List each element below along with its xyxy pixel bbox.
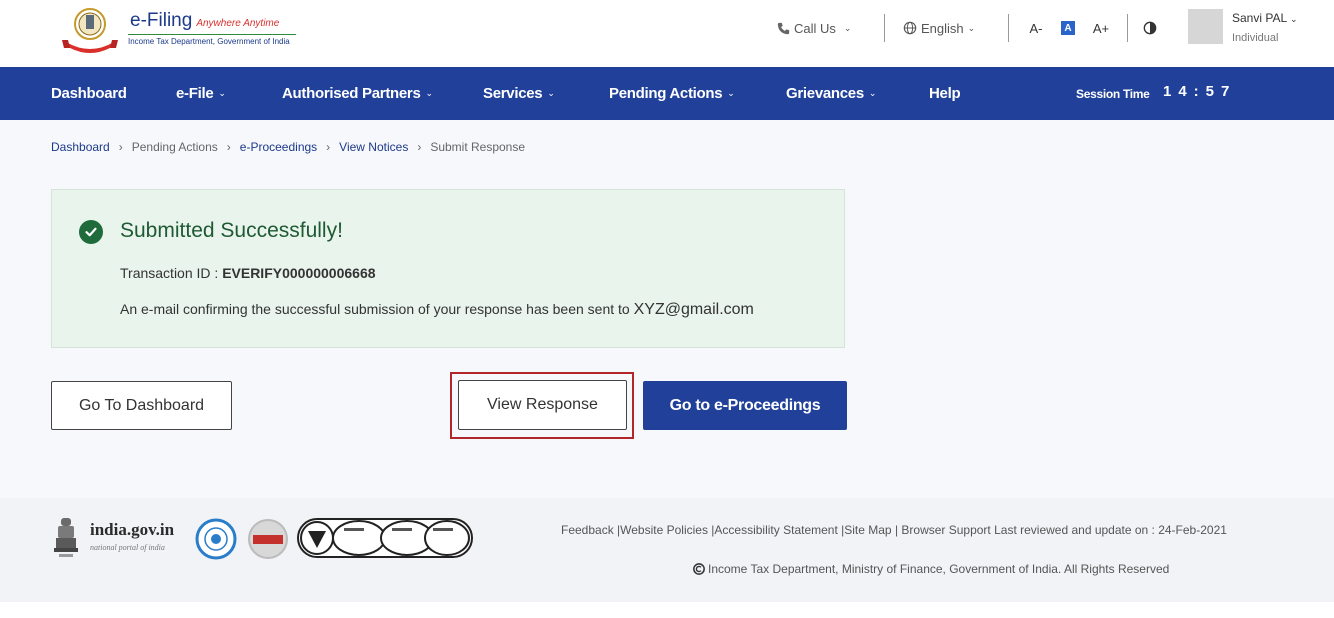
national-emblem-icon [54,518,78,557]
iso-certification-badges-icon [297,518,473,558]
font-decrease-button[interactable]: A- [1028,18,1044,38]
chevron-down-icon: ⌄ [967,22,976,33]
check-circle-icon [79,220,103,244]
brand-subtitle: Income Tax Department, Government of Ind… [128,34,296,46]
nav-item-help[interactable]: Help [929,85,961,102]
breadcrumb-dashboard[interactable]: Dashboard [51,140,110,154]
entrust-seal-icon [248,519,288,559]
chevron-down-icon: ⌄ [868,88,877,98]
footer: india.gov.in national portal of india Fe… [0,498,1334,602]
nav-item-grievances[interactable]: Grievances ⌄ [786,85,876,102]
certification-badge-icon [195,518,237,560]
email-confirmation-text: An e-mail confirming the successful subm… [120,301,634,317]
breadcrumb-submit-response: Submit Response [430,140,526,154]
avatar[interactable] [1188,9,1223,44]
brand-tagline: Anywhere Anytime [196,18,280,29]
transaction-id-row: Transaction ID : EVERIFY000000006668 [120,265,376,281]
breadcrumb: Dashboard › Pending Actions › e-Proceedi… [51,140,525,154]
header-divider [1127,14,1128,42]
top-header: e-Filing Anywhere Anytime Income Tax Depa… [0,0,1334,67]
chevron-down-icon: ⌄ [425,88,434,98]
phone-icon [777,22,790,34]
copyright-text: Income Tax Department, Ministry of Finan… [693,562,1169,576]
view-response-button[interactable]: View Response [458,380,627,430]
call-us-dropdown[interactable]: Call Us ⌄ [777,18,851,38]
chevron-right-icon: › [326,140,331,154]
success-title: Submitted Successfully! [120,219,343,242]
nav-item-authorised-partners[interactable]: Authorised Partners ⌄ [282,85,433,102]
main-content: Dashboard › Pending Actions › e-Proceedi… [0,120,1334,498]
session-time-value: 14:57 [1163,83,1237,100]
chevron-right-icon: › [417,140,422,154]
language-label: English [921,20,964,36]
globe-icon [903,21,917,35]
transaction-id-label: Transaction ID : [120,265,223,281]
nav-item-services[interactable]: Services ⌄ [483,85,555,102]
efiling-logo[interactable]: e-Filing Anywhere Anytime Income Tax Depa… [60,4,300,54]
nav-item-pending-actions[interactable]: Pending Actions ⌄ [609,85,735,102]
emblem-icon [62,8,118,53]
user-menu[interactable]: Sanvi PAL ⌄ [1232,11,1298,25]
session-time-label: Session Time [1076,87,1150,101]
transaction-id-value: EVERIFY000000006668 [222,265,376,281]
nav-item-efile[interactable]: e-File ⌄ [176,85,226,102]
email-address: XYZ@gmail.com [633,301,754,318]
go-to-dashboard-button[interactable]: Go To Dashboard [51,381,232,430]
footer-bottom-strip [0,602,1334,618]
footer-links[interactable]: Feedback |Website Policies |Accessibilit… [561,520,1251,541]
chevron-down-icon: ⌄ [843,22,852,33]
chevron-right-icon: › [118,140,123,154]
breadcrumb-view-notices[interactable]: View Notices [339,140,408,154]
main-nav: Dashboard e-File ⌄ Authorised Partners ⌄ S… [0,67,1334,120]
font-default-button[interactable]: A [1061,21,1075,35]
brand-name: e-Filing Anywhere Anytime [130,10,280,31]
chevron-down-icon: ⌄ [727,88,735,98]
india-gov-logo[interactable]: india.gov.in national portal of india [52,516,192,564]
language-dropdown[interactable]: English ⌄ [903,18,975,38]
breadcrumb-e-proceedings[interactable]: e-Proceedings [240,140,317,154]
email-confirmation-row: An e-mail confirming the successful subm… [120,301,754,319]
chevron-down-icon: ⌄ [547,88,555,98]
india-gov-subtitle: national portal of india [90,543,165,552]
font-increase-button[interactable]: A+ [1093,18,1109,38]
breadcrumb-pending-actions[interactable]: Pending Actions [132,140,218,154]
contrast-toggle[interactable] [1143,18,1157,38]
india-gov-name: india.gov.in [90,520,175,539]
success-message-panel: Submitted Successfully! Transaction ID :… [51,189,845,348]
call-us-label: Call Us [794,20,836,36]
user-name: Sanvi PAL [1232,11,1287,25]
copyright-icon [693,563,705,575]
nav-item-dashboard[interactable]: Dashboard [51,85,127,102]
go-to-e-proceedings-button[interactable]: Go to e-Proceedings [643,381,847,430]
chevron-down-icon: ⌄ [218,88,226,98]
user-role: Individual [1232,32,1279,44]
chevron-right-icon: › [226,140,231,154]
header-divider [1008,14,1009,42]
header-divider [884,14,885,42]
contrast-icon [1143,21,1157,35]
chevron-down-icon: ⌄ [1290,14,1298,24]
